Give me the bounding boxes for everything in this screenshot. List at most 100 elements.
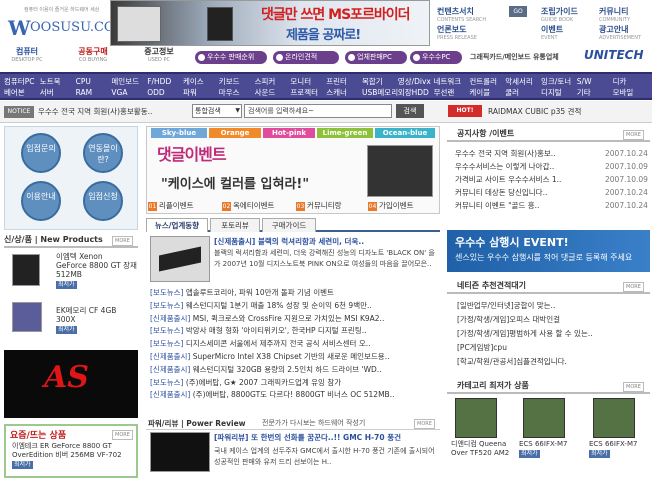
util-event[interactable]: 이벤트 EVENT (541, 24, 563, 41)
lowest-price-badge[interactable]: 최저가 (589, 450, 610, 458)
color-tab-sky[interactable]: Sky-blue (151, 128, 207, 138)
nav-category[interactable]: 스피커 사운드 (255, 76, 276, 98)
nav-category-label[interactable]: 모바일 (613, 87, 634, 98)
notice-item[interactable]: 우수수서비스는 이렇게 나아갑.. 2007.10.09 (455, 161, 648, 172)
quick-guide[interactable]: 이용안내 (21, 181, 61, 221)
event-link-join[interactable]: 04 가입이벤트 (368, 198, 414, 214)
recommended-more[interactable]: MORE (623, 282, 644, 292)
nav-category[interactable]: 악세서리 쿨러 (505, 76, 533, 98)
tab-buying-guide[interactable]: 구매가이드 (262, 218, 316, 232)
nav-category-label[interactable]: 노트북 (40, 76, 61, 87)
nav-category-label[interactable]: 프린터 (326, 76, 347, 87)
nav-category-label[interactable]: 외장HDD (398, 87, 431, 98)
nav-category-label[interactable]: 서버 (40, 87, 61, 98)
news-headline[interactable]: [신제품출시] 블랙의 럭셔리함과 세련미, 더욱.. (214, 236, 364, 247)
mainboard-image[interactable] (593, 398, 635, 438)
nav-category-label[interactable]: 스피커 (255, 76, 276, 87)
nav-category-label[interactable]: 디지털 (541, 87, 571, 98)
quick-linked-mall[interactable]: 연동몰이란? (83, 133, 123, 173)
pill-woosusu-pc[interactable]: 우수수PC (410, 51, 462, 64)
hot-text[interactable]: RAIDMAX CUBIC p35 견적 (488, 106, 581, 117)
notice-more[interactable]: MORE (623, 130, 644, 140)
tab-photo-review[interactable]: 포토리뷰 (210, 218, 260, 232)
nav-category-label[interactable]: 메인보드 (111, 76, 139, 87)
nav-category[interactable]: 네트워크 무선랜 (434, 76, 462, 98)
category-item-2[interactable]: ECS 66IFX-M7 최저가 (519, 440, 567, 458)
nav-category[interactable]: CPU RAM (76, 76, 93, 98)
category-item-3[interactable]: ECS 66IFX-M7 최저가 (589, 440, 637, 458)
power-review-thumbnail[interactable] (150, 432, 210, 472)
util-guide[interactable]: 조립가이드 GUIDE BOOK (541, 6, 578, 23)
search-input[interactable]: 검색어를 입력하세요~ (244, 104, 392, 118)
recommended-item[interactable]: [PC게임방]cpu (457, 342, 507, 354)
product-cf[interactable]: EK메모리 CF 4GB 300X 최저가 (56, 306, 116, 334)
power-review-headline[interactable]: [파워리뷰] 또 한번의 선화를 꿈꾼다..!! GMC H-70 풍건 (214, 432, 401, 443)
nav-category[interactable]: 프린터 스캐너 (326, 76, 347, 98)
nav-category-label[interactable]: 컴퓨터PC (4, 76, 34, 87)
notice-item[interactable]: 가격비교 사이트 우수수서비스 1.. 2007.10.09 (455, 174, 648, 185)
nav-category[interactable]: 모니터 프로젝터 (290, 76, 318, 98)
product-image-cf[interactable] (12, 302, 42, 332)
pill-vendor-pc[interactable]: 업체판매PC (345, 51, 407, 64)
nav-category[interactable]: 키보드 마우스 (219, 76, 240, 98)
go-button[interactable]: GO (509, 6, 527, 17)
nav-category-label[interactable]: 마우스 (219, 87, 240, 98)
nav-category-label[interactable]: 기타 (577, 87, 592, 98)
top-banner-ad[interactable]: 댓글만 쓰면 MS포르바이더 제품을 공짜로! (110, 0, 430, 46)
nav-category[interactable]: 메인보드 VGA (111, 76, 139, 98)
trending-item[interactable]: 이엠테크 ER GeForce 8800 GT OverEdition 비버 2… (12, 442, 122, 469)
color-tab-lime[interactable]: Lime-green (317, 128, 373, 138)
event-link-typo[interactable]: 02 옥에티이벤트 (222, 198, 274, 214)
event-link-reply[interactable]: 01 리플이벤트 (148, 198, 194, 214)
recommended-item[interactable]: [가정/학생/게임]오피스 대박인걸 (457, 314, 560, 326)
news-item[interactable]: [신제품출시] 웨스턴디지털 320GB 용량의 2.5인치 하드 드라이브 '… (150, 364, 438, 376)
category-item-1[interactable]: 디앤디컴 Queena Over TF520 AM2 (451, 440, 509, 458)
nav-category-label[interactable]: 쿨러 (505, 87, 533, 98)
lowest-price-badge[interactable]: 최저가 (56, 281, 77, 289)
tab-desktop[interactable]: 컴퓨터 DESKTOP PC (4, 46, 50, 63)
quick-apply[interactable]: 입점신청 (83, 181, 123, 221)
nav-category[interactable]: 영상/Divx 외장HDD (398, 76, 431, 98)
nav-category[interactable]: 노트북 서버 (40, 76, 61, 98)
notice-item[interactable]: 커뮤니티 데상돈 당신입니다.. 2007.10.24 (455, 187, 648, 198)
nav-category-label[interactable]: 케이블 (469, 87, 497, 98)
nav-category[interactable]: 복합기 USB메모리 (362, 76, 398, 98)
nav-category-label[interactable]: 케이스 (183, 76, 204, 87)
news-item[interactable]: [보도뉴스] 앱솔루트코리아, 파워 10만개 돌파 기념 이벤트 (150, 287, 438, 299)
color-tab-ocean[interactable]: Ocean-blue (375, 128, 435, 138)
nav-category-label[interactable]: USB메모리 (362, 87, 398, 98)
news-item[interactable]: [신제품출시] MSI, 퀵크로스와 CrossFire 지원으로 가치있는 M… (150, 313, 438, 325)
util-ad[interactable]: 광고안내 ADVERTISEMENT (599, 24, 641, 41)
news-thumbnail[interactable] (150, 236, 210, 282)
search-button[interactable]: 검색 (396, 104, 424, 118)
recommended-item[interactable]: [가정/학생/게임]평범하게 사용 할 수 있는.. (457, 328, 593, 340)
nav-category[interactable]: 잉크/토너 디지털 (541, 76, 571, 98)
samhaengsi-event-banner[interactable]: 우수수 삼행시 EVENT! 센스있는 우수수 삼행시를 적어 댓글로 등록해 … (447, 230, 650, 272)
tab-news[interactable]: 뉴스/업계동향 (146, 218, 208, 232)
recommended-item[interactable]: [학교/학원/관공서]심플견적입니다. (457, 356, 567, 368)
event-link-community[interactable]: 03 커뮤니티랑 (296, 198, 342, 214)
nav-category-label[interactable]: 복합기 (362, 76, 398, 87)
as-banner-ad[interactable]: AS (4, 350, 138, 418)
nav-category-label[interactable]: S/W (577, 76, 592, 87)
product-xenon[interactable]: 이엠텍 Xenon GeForce 8800 GT 장재 512MB 최저가 (56, 252, 137, 289)
nav-category[interactable]: 컨트롤러 케이블 (469, 76, 497, 98)
mainboard-image[interactable] (523, 398, 565, 438)
graphic-card-vendor[interactable]: 그래픽카드/메인보드 유통업체 (470, 52, 562, 62)
pill-ranking[interactable]: 우수수 판매순위 (195, 51, 267, 64)
new-products-more[interactable]: MORE (112, 236, 133, 246)
nav-category-label[interactable]: 사운드 (255, 87, 276, 98)
util-community[interactable]: 커뮤니티 COMMUNITY (599, 6, 630, 23)
notice-text[interactable]: 우수수 전국 지역 회원(사)홍보활동.. (38, 106, 152, 117)
nav-category-label[interactable]: 프로젝터 (290, 87, 318, 98)
nav-category[interactable]: 디카 모바일 (613, 76, 634, 98)
nav-category-label[interactable]: RAM (76, 87, 93, 98)
lowest-price-badge[interactable]: 최저가 (56, 326, 77, 334)
nav-category-label[interactable]: CPU (76, 76, 93, 87)
pill-estimate[interactable]: 온라인견적 (273, 51, 339, 64)
site-logo[interactable]: 컴퓨터 이용이 즐거운 하드웨어 세상 W OOSUSU.COM (4, 2, 128, 42)
news-item[interactable]: [신제품출시] SuperMicro Intel X38 Chipset 기반의… (150, 351, 438, 363)
nav-category-label[interactable]: 베어본 (4, 87, 34, 98)
nav-category-label[interactable]: 스캐너 (326, 87, 347, 98)
nav-category-label[interactable]: ODD (147, 87, 171, 98)
